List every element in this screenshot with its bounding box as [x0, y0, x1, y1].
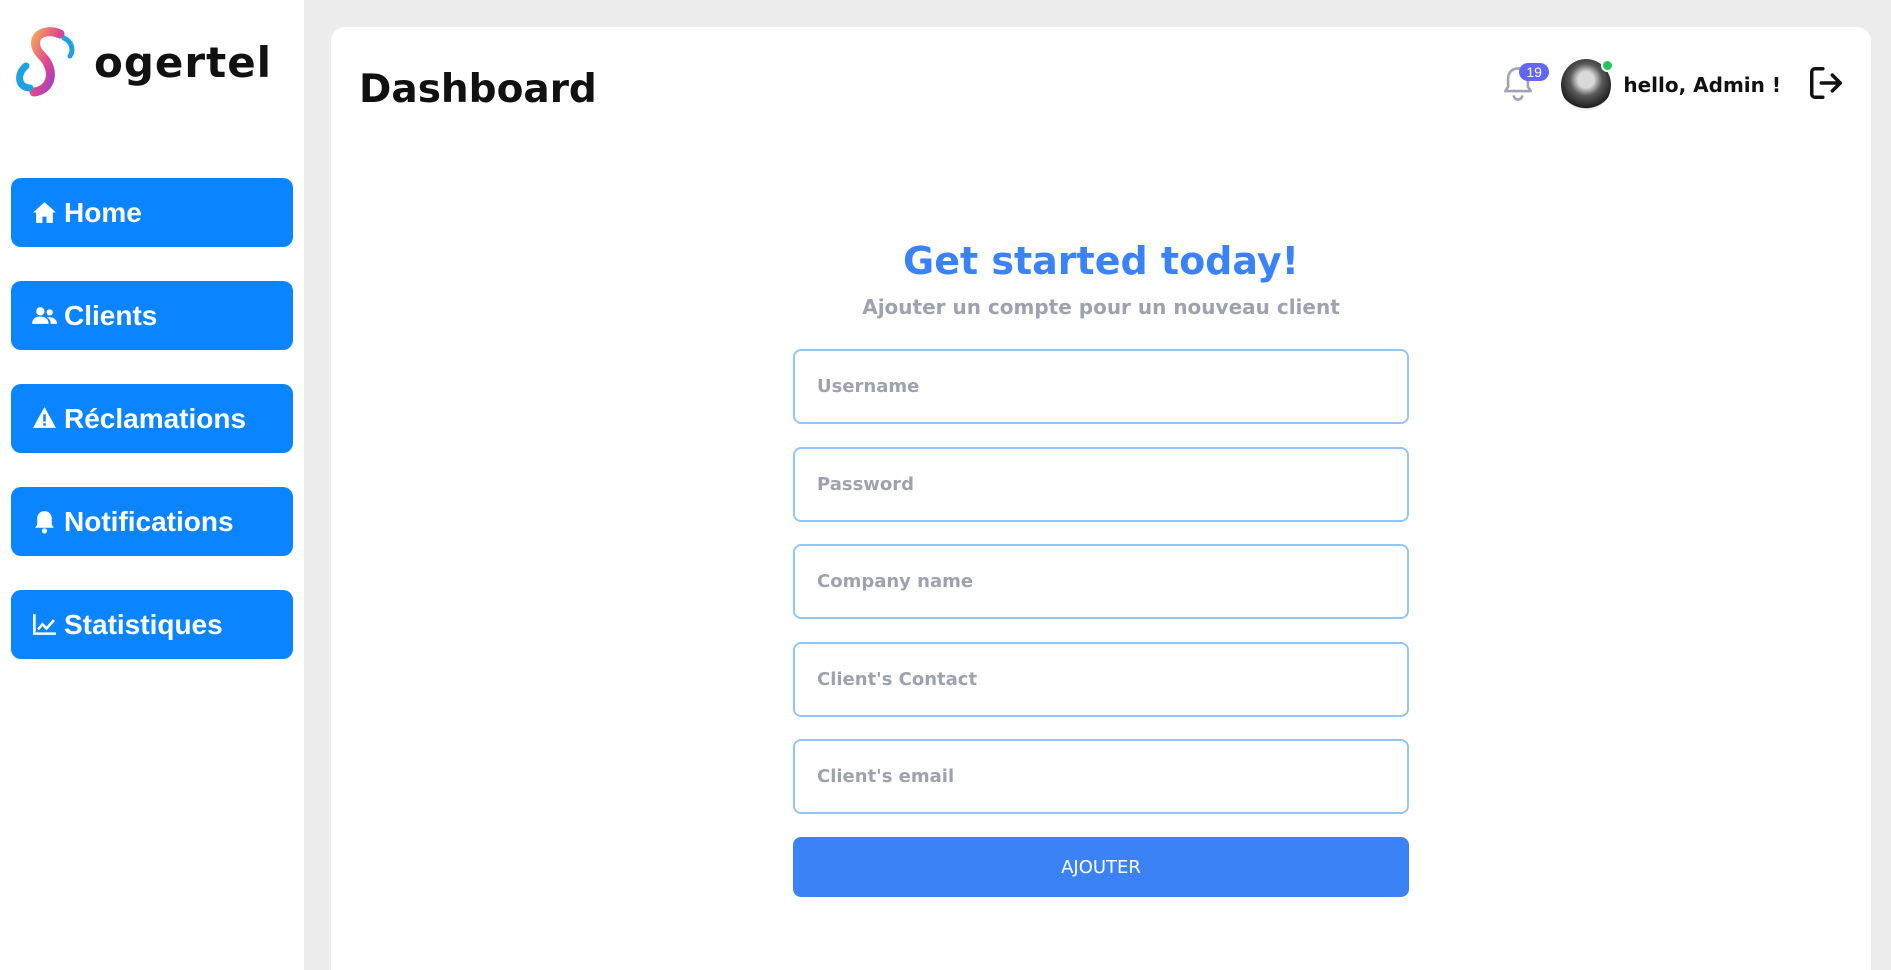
- logo-mark-icon: [16, 27, 75, 97]
- page-title: Dashboard: [359, 67, 597, 112]
- main-card: Dashboard 19 hello, Admin ! Get started …: [331, 27, 1871, 970]
- logout-icon: [1810, 66, 1842, 99]
- users-icon: [32, 307, 57, 324]
- home-icon: [33, 202, 56, 223]
- online-status-dot: [1601, 59, 1615, 72]
- chart-line-icon: [33, 614, 56, 635]
- sidebar-item-label: Clients: [64, 299, 158, 331]
- sidebar-nav: Home Clients Réclamations Notifications …: [11, 178, 293, 693]
- username-input[interactable]: [793, 349, 1409, 424]
- user-greeting: hello, Admin !: [1623, 73, 1781, 97]
- header-actions: 19 hello, Admin !: [1501, 57, 1845, 113]
- form-title: Get started today!: [903, 239, 1299, 283]
- sidebar-item-clients[interactable]: Clients: [11, 281, 293, 350]
- sidebar-item-label: Réclamations: [64, 402, 247, 434]
- sidebar-item-reclamations[interactable]: Réclamations: [11, 384, 293, 453]
- sidebar-item-label: Notifications: [64, 505, 234, 537]
- company-name-input[interactable]: [793, 544, 1409, 619]
- brand-name: ogertel: [94, 37, 273, 87]
- sidebar-item-statistiques[interactable]: Statistiques: [11, 590, 293, 659]
- sidebar-item-label: Statistiques: [64, 608, 223, 640]
- sidebar: ogertel Home Clients Réclamations Notifi…: [0, 0, 304, 970]
- ajouter-button[interactable]: AJOUTER: [793, 837, 1409, 897]
- sidebar-item-label: Home: [64, 196, 142, 228]
- brand-logo[interactable]: ogertel: [12, 26, 272, 98]
- password-input[interactable]: [793, 447, 1409, 522]
- client-contact-input[interactable]: [793, 642, 1409, 717]
- sidebar-item-home[interactable]: Home: [11, 178, 293, 247]
- form-subtitle: Ajouter un compte pour un nouveau client: [862, 295, 1340, 319]
- sidebar-item-notifications[interactable]: Notifications: [11, 487, 293, 556]
- warning-icon: [33, 407, 56, 428]
- bell-icon: [35, 511, 54, 534]
- notification-count-badge: 19: [1519, 63, 1549, 81]
- logout-button[interactable]: [1807, 64, 1845, 107]
- user-avatar-button[interactable]: [1561, 59, 1615, 111]
- client-email-input[interactable]: [793, 739, 1409, 814]
- notifications-button[interactable]: 19: [1501, 63, 1549, 105]
